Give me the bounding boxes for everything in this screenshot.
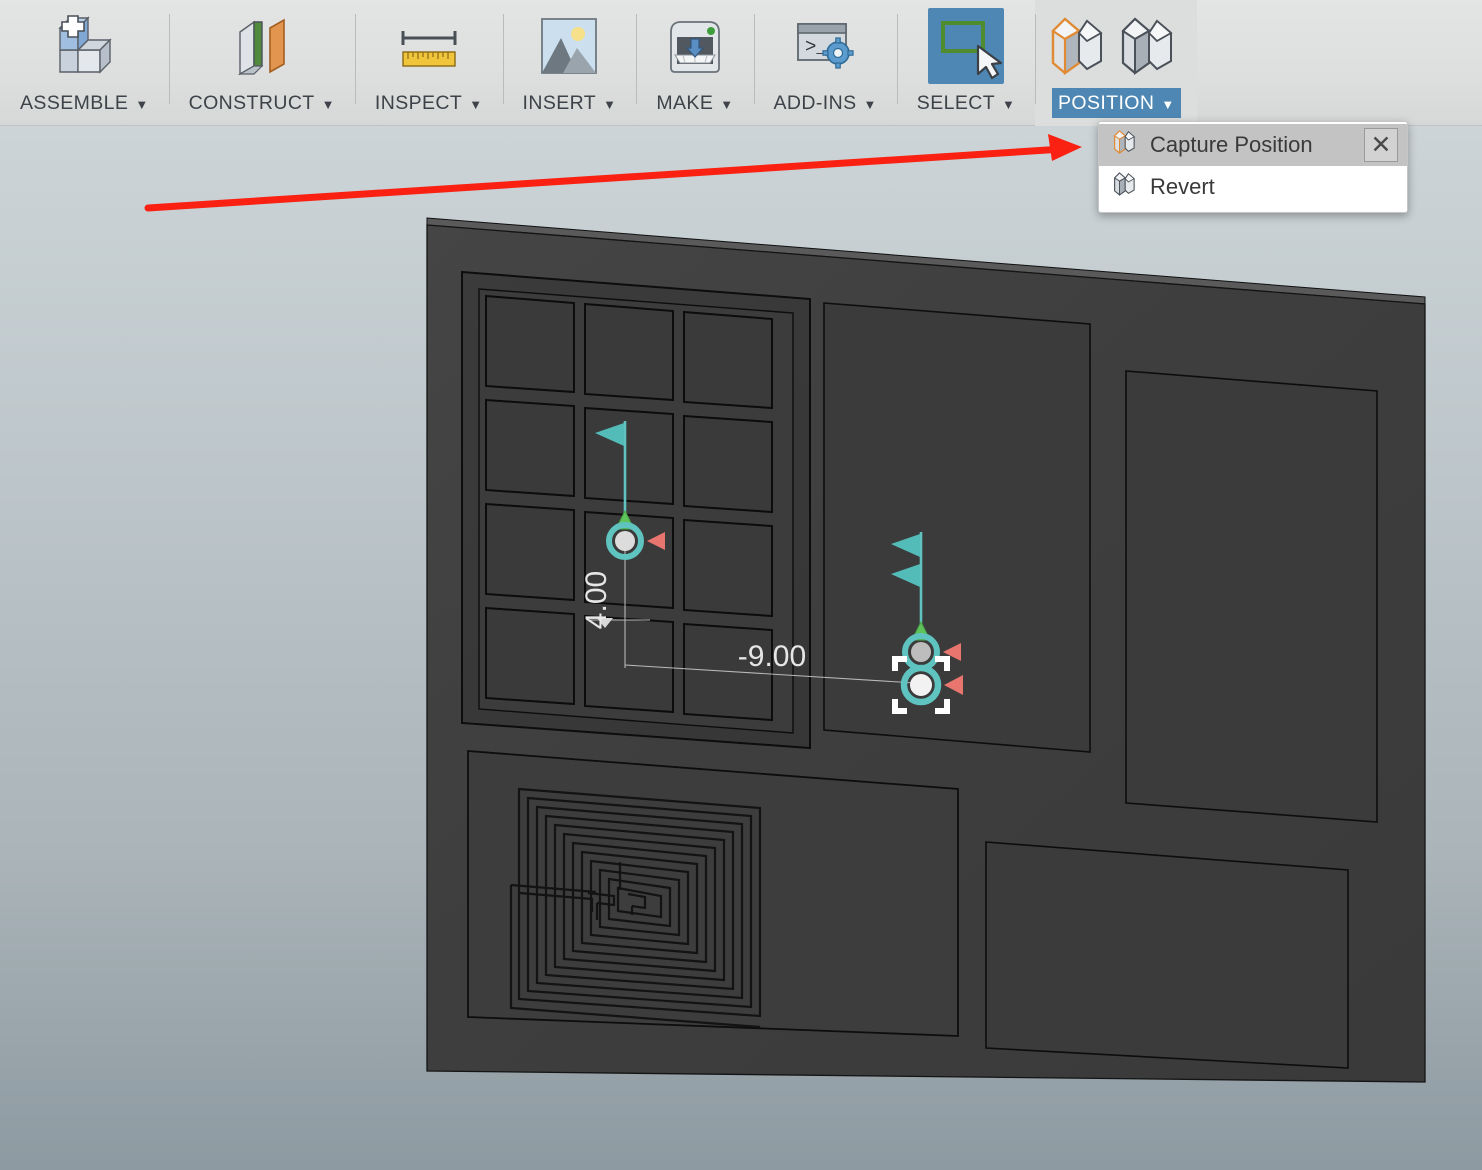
toolbar-group-assemble[interactable]: ASSEMBLE ▼ [0, 0, 169, 126]
revert-icon [1113, 169, 1139, 205]
toolbar-group-insert[interactable]: INSERT ▼ [502, 0, 637, 126]
chevron-down-icon: ▼ [863, 97, 877, 112]
chevron-down-icon: ▼ [1161, 97, 1175, 112]
maze-frame-outer [467, 750, 959, 1037]
toolbar-group-make[interactable]: MAKE ▼ [636, 0, 753, 126]
insert-image-icon [531, 8, 607, 84]
assemble-icon [46, 8, 122, 84]
toolbar-group-addins[interactable]: >_ ADD-INS ▼ [753, 0, 897, 126]
pocket-r2c1 [485, 398, 575, 498]
toolbar-label-insert[interactable]: INSERT ▼ [517, 88, 623, 118]
gizmo-center [910, 674, 932, 696]
dimension-label-vertical[interactable]: 4.00 [580, 571, 613, 629]
chevron-down-icon: ▼ [720, 97, 734, 112]
menu-label-capture-position: Capture Position [1150, 132, 1313, 157]
gizmo-center [615, 531, 635, 551]
chevron-down-icon: ▼ [321, 97, 335, 112]
toolbar-label-select[interactable]: SELECT ▼ [911, 88, 1022, 118]
toolbar-text-inspect: INSPECT [374, 92, 463, 114]
toolbar-label-addins[interactable]: ADD-INS ▼ [768, 88, 883, 118]
addins-script-icon: >_ [787, 8, 863, 84]
toolbar-label-make[interactable]: MAKE ▼ [650, 88, 739, 118]
dimension-label-horizontal[interactable]: -9.00 [738, 640, 806, 673]
toolbar-text-select: SELECT [916, 92, 996, 114]
toolbar-text-assemble: ASSEMBLE [20, 92, 129, 114]
menu-item-revert[interactable]: Revert [1099, 166, 1407, 208]
toolbar-text-addins: ADD-INS [773, 92, 857, 114]
toolbar-text-position: POSITION [1057, 92, 1155, 114]
pocket-r2c2 [584, 406, 674, 506]
pocket-r1c2 [584, 302, 674, 402]
pocket-r1c1 [485, 294, 575, 394]
menu-label-revert: Revert [1150, 174, 1215, 199]
toolbar-text-make: MAKE [656, 92, 714, 114]
pocket-r1c3 [683, 310, 773, 410]
cad-viewport[interactable]: 4.00 -9.00 [0, 126, 1482, 1170]
toolbar-label-inspect[interactable]: INSPECT ▼ [369, 88, 489, 118]
gizmo-center [911, 642, 931, 662]
toolbar-label-construct[interactable]: CONSTRUCT ▼ [183, 88, 341, 118]
chevron-down-icon: ▼ [1002, 97, 1016, 112]
toolbar-text-construct: CONSTRUCT [188, 92, 315, 114]
toolbar-label-assemble[interactable]: ASSEMBLE ▼ [14, 88, 155, 118]
capture-position-icon [1113, 127, 1139, 163]
position-revert-icon [1119, 8, 1183, 84]
pocket-r4c2 [584, 614, 674, 714]
pocket-r3c3 [683, 518, 773, 618]
position-capture-icon [1049, 8, 1113, 84]
pocket-r2c3 [683, 414, 773, 514]
model-geometry: 4.00 -9.00 [426, 217, 1426, 1083]
toolbar-label-position[interactable]: POSITION ▼ [1051, 88, 1181, 118]
toolbar-group-inspect[interactable]: INSPECT ▼ [354, 0, 503, 126]
main-toolbar: ASSEMBLE ▼ CONSTRUCT ▼ INSPECT ▼ INSERT … [0, 0, 1482, 126]
close-icon[interactable]: ✕ [1364, 128, 1398, 162]
construct-icon [224, 8, 300, 84]
pocket-lower-right [985, 841, 1349, 1069]
make-3dprint-icon [657, 8, 733, 84]
toolbar-group-select[interactable]: SELECT ▼ [896, 0, 1036, 126]
chevron-down-icon: ▼ [603, 97, 617, 112]
toolbar-group-construct[interactable]: CONSTRUCT ▼ [168, 0, 355, 126]
toolbar-group-position[interactable]: POSITION ▼ [1035, 0, 1198, 126]
position-dropdown-menu[interactable]: Capture Position ✕ Revert [1098, 121, 1408, 213]
menu-item-capture-position[interactable]: Capture Position ✕ [1099, 124, 1407, 166]
chevron-down-icon: ▼ [135, 97, 149, 112]
toolbar-text-insert: INSERT [522, 92, 597, 114]
inspect-ruler-icon [391, 8, 467, 84]
pocket-r3c1 [485, 502, 575, 602]
pocket-upper-right [1125, 370, 1378, 823]
chevron-down-icon: ▼ [469, 97, 483, 112]
pocket-r4c1 [485, 606, 575, 706]
select-cursor-icon[interactable] [928, 8, 1005, 84]
